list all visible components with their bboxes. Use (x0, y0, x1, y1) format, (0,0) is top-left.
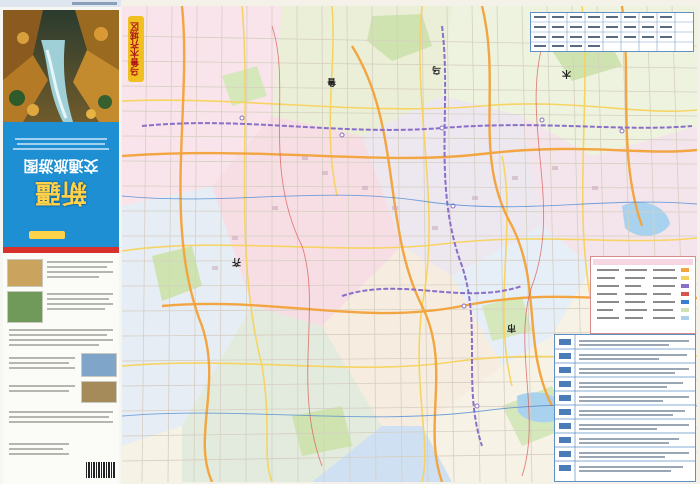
cover-thumb-photo (7, 291, 43, 323)
cover-text-line (9, 390, 69, 392)
cover-yellow-tag (29, 231, 65, 239)
map-title-badge-text: 乌鲁木齐城区 (131, 22, 141, 76)
cover-text-line (47, 303, 113, 305)
cover-text-line (47, 298, 109, 300)
district-label: 鲁 (327, 76, 337, 86)
cover-text-line (9, 416, 109, 418)
cover-thumb-photo (7, 259, 43, 287)
cover-barcode (86, 462, 116, 478)
cover-text-line (9, 367, 75, 369)
cover-text-line (47, 271, 113, 273)
cover-text-line (9, 344, 99, 346)
map-title-badge: 乌鲁木齐城区 (128, 16, 144, 82)
cover-text-line (9, 443, 69, 445)
map-cover-panel: 交通旅游图 新疆 (0, 0, 121, 484)
cover-text-line (47, 308, 105, 310)
cover-subtitle: 交通旅游图 (23, 157, 99, 175)
cover-caption-line (15, 138, 107, 140)
cover-text-line (9, 339, 113, 341)
map-sheet: 交通旅游图 新疆 乌 鲁 木 齐 市 乌鲁木齐城区 (0, 0, 700, 484)
district-label: 市 (507, 322, 517, 332)
cover-landscape-photo (3, 10, 119, 122)
district-label: 齐 (232, 256, 242, 266)
bus-route-table (554, 334, 696, 482)
district-label: 木 (562, 68, 572, 78)
cover-caption-line (13, 148, 109, 150)
cover-text-line (9, 329, 113, 331)
cover-text-line (47, 276, 99, 278)
cover-caption-line (17, 143, 105, 145)
cover-text-line (9, 448, 63, 450)
cover-title-panel: 交通旅游图 新疆 (3, 122, 119, 247)
cover-text-line (9, 334, 107, 336)
cover-thumb-photo (81, 353, 117, 377)
cover-text-line (9, 421, 113, 423)
cover-text-line (9, 411, 113, 413)
cover-info-panel (3, 253, 119, 484)
cover-thumb-photo (81, 381, 117, 403)
cover-text-line (47, 266, 107, 268)
cover-header-mark (72, 2, 117, 5)
cover-title: 新疆 (35, 177, 88, 207)
cover-text-line (9, 453, 69, 455)
street-index-strip (530, 12, 694, 52)
cover-text-line (9, 385, 75, 387)
cover-text-line (47, 261, 113, 263)
cover-text-line (47, 293, 113, 295)
map-legend (590, 256, 696, 334)
cover-text-line (9, 357, 75, 359)
city-map[interactable]: 乌 鲁 木 齐 市 乌鲁木齐城区 (122, 6, 697, 482)
cover-text-line (9, 362, 69, 364)
district-label: 乌 (432, 64, 442, 74)
